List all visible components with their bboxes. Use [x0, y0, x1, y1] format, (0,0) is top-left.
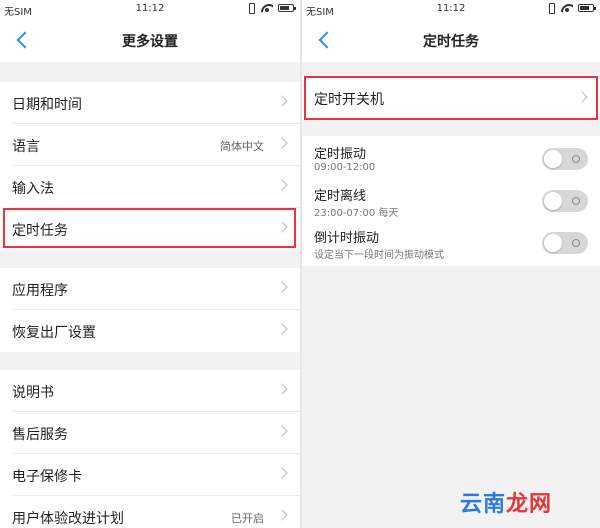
- scheduled-vibrate-switch[interactable]: [542, 148, 588, 170]
- settings-item-label: 电子保修卡: [12, 469, 82, 485]
- chevron-right-icon: [276, 137, 288, 149]
- settings-item-warranty-card[interactable]: 电子保修卡: [0, 454, 300, 496]
- page-title: 更多设置: [122, 34, 178, 50]
- toggle-row-scheduled-offline: 定时离线 23:00-07:00 每天: [302, 180, 600, 222]
- settings-item-label: 应用程序: [12, 283, 68, 299]
- wifi-icon: [261, 3, 273, 13]
- empty-area: [302, 266, 600, 528]
- wifi-icon: [561, 3, 573, 13]
- more-settings-screen: 无SIM 11:12 更多设置 日期和时间 语言 简体中文 输入法 定时任务 应…: [0, 0, 300, 528]
- switch-off-indicator: [572, 239, 580, 247]
- settings-item-after-sales[interactable]: 售后服务: [0, 412, 300, 454]
- chevron-right-icon: [276, 425, 288, 437]
- toggle-row-subtitle: 23:00-07:00 每天: [314, 208, 399, 219]
- settings-item-manual[interactable]: 说明书: [0, 370, 300, 412]
- switch-off-indicator: [572, 197, 580, 205]
- scheduled-offline-switch[interactable]: [542, 190, 588, 212]
- chevron-right-icon: [276, 323, 288, 335]
- site-watermark: 云南龙网: [460, 486, 552, 518]
- settings-item-factory-reset[interactable]: 恢复出厂设置: [0, 310, 300, 352]
- chevron-right-icon: [276, 467, 288, 479]
- watermark-part-a: 云南: [460, 491, 507, 517]
- battery-icon: [578, 4, 596, 12]
- settings-item-label: 输入法: [12, 181, 54, 197]
- section-gap: [0, 250, 300, 268]
- section-gap: [302, 62, 600, 76]
- settings-item-label: 日期和时间: [12, 97, 82, 113]
- switch-knob: [544, 150, 562, 168]
- vibrate-icon: [546, 2, 556, 14]
- header: 更多设置: [0, 18, 300, 62]
- status-bar: 无SIM 11:12: [302, 0, 600, 18]
- vibrate-icon: [246, 2, 256, 14]
- status-bar: 无SIM 11:12: [0, 0, 300, 18]
- battery-icon: [278, 4, 296, 12]
- section-gap: [0, 352, 300, 370]
- settings-item-label: 恢复出厂设置: [12, 325, 96, 341]
- settings-item-value: 已开启: [231, 512, 264, 525]
- chevron-right-icon: [276, 281, 288, 293]
- toggle-row-label: 定时离线: [314, 189, 367, 204]
- chevron-right-icon: [276, 221, 288, 233]
- settings-item-label: 说明书: [12, 385, 54, 401]
- settings-item-scheduled-tasks[interactable]: 定时任务: [0, 208, 300, 250]
- settings-item-applications[interactable]: 应用程序: [0, 268, 300, 310]
- settings-item-input-method[interactable]: 输入法: [0, 166, 300, 208]
- toggle-row-subtitle: 09:00-12:00: [314, 162, 376, 173]
- chevron-right-icon: [576, 91, 588, 103]
- chevron-right-icon: [276, 509, 288, 521]
- settings-item-label: 语言: [12, 139, 40, 155]
- settings-item-user-experience[interactable]: 用户体验改进计划 已开启: [0, 496, 300, 528]
- section-gap: [0, 62, 300, 82]
- toggle-row-scheduled-vibrate: 定时振动 09:00-12:00: [302, 138, 600, 180]
- settings-item-language[interactable]: 语言 简体中文: [0, 124, 300, 166]
- watermark-part-b: 龙网: [506, 491, 553, 517]
- header: 定时任务: [302, 18, 600, 62]
- toggle-row-countdown-vibrate: 倒计时振动 设定当下一段时间为振动模式: [302, 222, 600, 264]
- scheduled-power-row[interactable]: 定时开关机: [302, 76, 600, 120]
- settings-item-label: 定时任务: [12, 223, 68, 239]
- chevron-right-icon: [276, 179, 288, 191]
- section-gap: [302, 120, 600, 136]
- toggle-row-subtitle: 设定当下一段时间为振动模式: [314, 250, 444, 261]
- settings-item-date-time[interactable]: 日期和时间: [0, 82, 300, 124]
- switch-knob: [544, 192, 562, 210]
- toggle-row-label: 定时振动: [314, 147, 367, 162]
- countdown-vibrate-switch[interactable]: [542, 232, 588, 254]
- scheduled-tasks-screen: 无SIM 11:12 定时任务 定时开关机 定时振动 09:00-12:00 定…: [302, 0, 600, 528]
- scheduled-power-label: 定时开关机: [314, 92, 384, 108]
- chevron-right-icon: [276, 95, 288, 107]
- page-title: 定时任务: [423, 34, 479, 50]
- settings-item-label: 用户体验改进计划: [12, 511, 124, 527]
- chevron-right-icon: [276, 383, 288, 395]
- toggle-row-label: 倒计时振动: [314, 231, 380, 246]
- switch-off-indicator: [572, 155, 580, 163]
- settings-item-value: 简体中文: [220, 140, 264, 153]
- switch-knob: [544, 234, 562, 252]
- settings-item-label: 售后服务: [12, 427, 68, 443]
